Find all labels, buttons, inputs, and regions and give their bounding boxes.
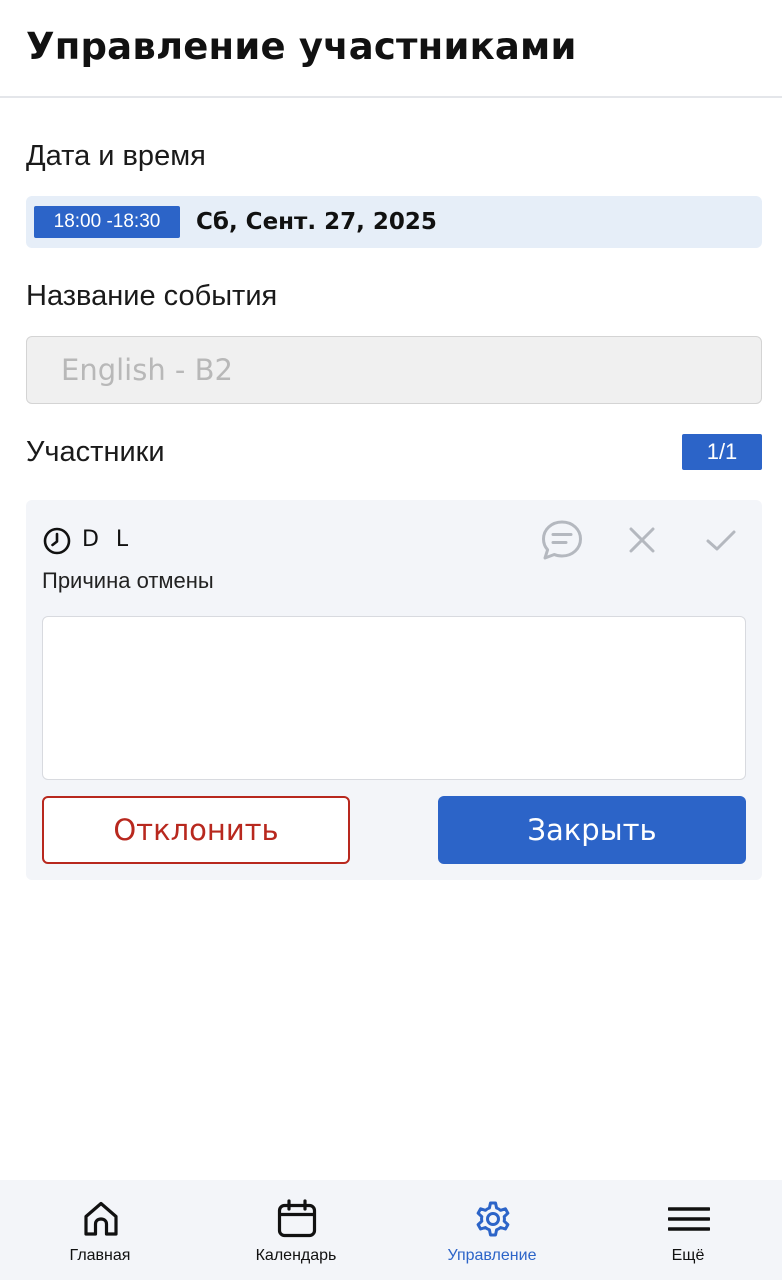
close-icon[interactable] (626, 524, 658, 556)
datetime-label: Дата и время (26, 140, 206, 172)
nav-item-more[interactable]: Ещё (590, 1180, 782, 1280)
gear-icon (476, 1201, 510, 1237)
page-title: Управление участниками (26, 25, 577, 68)
event-name-input (26, 336, 762, 404)
clock-icon (43, 527, 71, 555)
datetime-box: 18:00 -18:30 Сб, Сент. 27, 2025 (26, 196, 762, 248)
event-name-label: Название события (26, 280, 278, 312)
nav-item-home[interactable]: Главная (2, 1180, 198, 1280)
nav-item-calendar[interactable]: Календарь (198, 1180, 394, 1280)
nav-label-more: Ещё (671, 1247, 705, 1264)
participant-name: D L (82, 527, 134, 552)
date-text: Сб, Сент. 27, 2025 (196, 209, 437, 235)
cancel-reason-label: Причина отмены (42, 568, 214, 593)
participant-card: D L Причина отмены Отклонить Закрыть (26, 500, 762, 880)
nav-label-management: Управление (447, 1247, 537, 1264)
time-range-badge: 18:00 -18:30 (34, 206, 180, 238)
bottom-nav: Главная Календарь Управление Ещё (0, 1180, 782, 1280)
participants-count-badge: 1/1 (682, 434, 762, 470)
home-icon (84, 1201, 118, 1236)
nav-label-calendar: Календарь (255, 1247, 337, 1264)
nav-label-home: Главная (69, 1247, 131, 1264)
close-button[interactable]: Закрыть (438, 796, 746, 864)
app-header: Управление участниками (0, 0, 782, 98)
calendar-icon (277, 1199, 317, 1238)
menu-icon (668, 1207, 710, 1231)
reject-button[interactable]: Отклонить (42, 796, 350, 864)
chat-icon[interactable] (540, 518, 584, 562)
check-icon[interactable] (704, 524, 738, 556)
cancel-reason-textarea[interactable] (42, 616, 746, 780)
nav-item-management[interactable]: Управление (394, 1180, 590, 1280)
participants-label: Участники (26, 436, 165, 468)
